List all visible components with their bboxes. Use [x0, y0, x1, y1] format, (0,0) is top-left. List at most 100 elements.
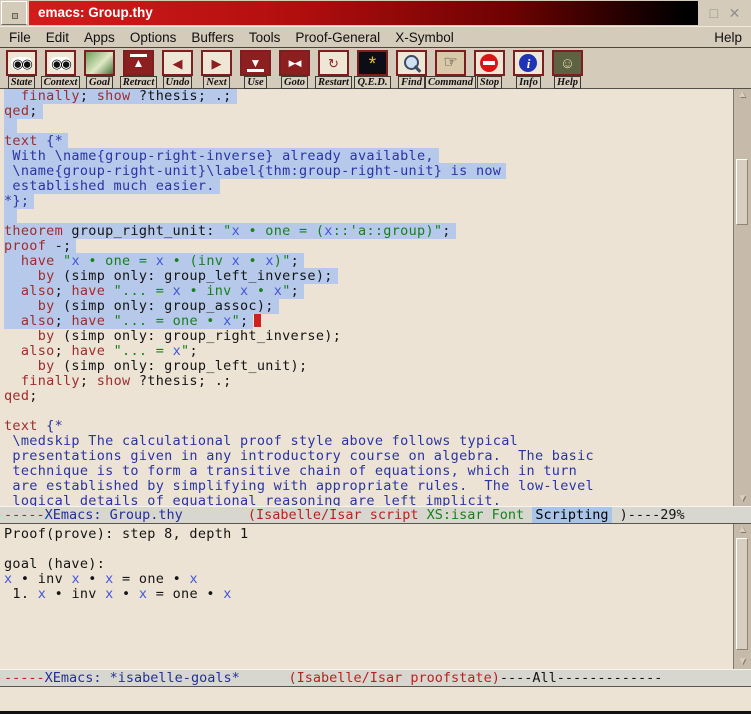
restart-label: Restart: [315, 76, 352, 89]
scrollbar-up-icon[interactable]: ▲: [734, 89, 751, 102]
context-icon-glyph: ◉◉: [50, 57, 71, 70]
menu-item-options[interactable]: Options: [130, 30, 177, 45]
main-buffer[interactable]: finally; show ?thesis; .;qed; text {* Wi…: [0, 89, 733, 506]
menu-item-proof-general[interactable]: Proof-General: [295, 30, 380, 45]
restart-icon-glyph: ↻: [328, 57, 339, 70]
window-menu-button[interactable]: [1, 1, 27, 25]
menu-item-help[interactable]: Help: [714, 30, 742, 45]
buffer-line: text {*: [4, 134, 733, 149]
text-cursor: [254, 314, 261, 327]
buffer-line: also; have "... = x • inv x • x";: [4, 284, 733, 299]
info-label: Info: [516, 76, 541, 89]
menu-item-tools[interactable]: Tools: [249, 30, 281, 45]
toolbar-button-context[interactable]: ◉◉Context: [42, 50, 79, 89]
scrollbar-up-icon[interactable]: ▲: [734, 524, 751, 537]
goals-buffer[interactable]: Proof(prove): step 8, depth 1goal (have)…: [0, 524, 733, 669]
find-label: Find: [398, 76, 425, 89]
menubar: File Edit Apps Options Buffers Tools Proof-Gen…: [0, 26, 751, 48]
undo-label: Undo: [163, 76, 193, 89]
buffer-line: text {*: [4, 419, 733, 434]
buffer-line: [4, 542, 733, 557]
window-title: emacs: Group.thy: [29, 1, 698, 25]
next-label: Next: [203, 76, 229, 89]
main-scrollbar-thumb[interactable]: [736, 159, 748, 225]
buffer-line: [4, 209, 733, 224]
toolbar-button-undo[interactable]: ◀ Undo: [159, 50, 196, 89]
scrollbar-down-icon[interactable]: ▼: [734, 493, 751, 506]
main-scrollbar[interactable]: ▲ ▼: [733, 89, 751, 506]
goto-icon-glyph: ▶◀: [289, 59, 301, 68]
buffer-line: *};: [4, 194, 733, 209]
menu-item-buffers[interactable]: Buffers: [191, 30, 234, 45]
undo-icon: ◀: [162, 50, 193, 76]
command-label: Command: [425, 76, 476, 89]
buffer-line: qed;: [4, 104, 733, 119]
goals-scrollbar-thumb[interactable]: [736, 538, 748, 650]
info-icon-glyph: i: [527, 57, 531, 70]
buffer-line: by (simp only: group_assoc);: [4, 299, 733, 314]
buffer-line: [4, 119, 733, 134]
modeline-goals-buffer: -----XEmacs: *isabelle-goals* (Isabelle/…: [0, 669, 751, 687]
goal-icon: [84, 50, 115, 76]
toolbar-button-restart[interactable]: ↻ Restart: [315, 50, 352, 89]
help-icon: ☺: [552, 50, 583, 76]
toolbar-button-stop[interactable]: Stop: [471, 50, 508, 89]
buffer-line: \name{group-right-unit}\label{thm:group-…: [4, 164, 733, 179]
buffer-line: also; have "... = x";: [4, 344, 733, 359]
menubar-items: File Edit Apps Options Buffers Tools Proof-Gen…: [9, 30, 454, 45]
toolbar-button-goal[interactable]: Goal: [81, 50, 118, 89]
use-label: Use: [244, 76, 266, 89]
scrollbar-down-icon[interactable]: ▼: [734, 656, 751, 669]
toolbar-button-help[interactable]: ☺Help: [549, 50, 586, 89]
buffer-line: logical details of equational reasoning …: [4, 494, 733, 506]
buffer-line: have "x • one = x • (inv x • x)";: [4, 254, 733, 269]
buffer-line: qed;: [4, 389, 733, 404]
goals-scrollbar[interactable]: ▲ ▼: [733, 524, 751, 669]
command-icon: ☞: [435, 50, 466, 76]
goal-label: Goal: [86, 76, 113, 89]
use-icon: ▼: [240, 50, 271, 76]
buffer-line: x • inv x • x = one • x: [4, 572, 733, 587]
restart-icon: ↻: [318, 50, 349, 76]
buffer-line: [4, 404, 733, 419]
state-icon: ◉◉: [6, 50, 37, 76]
state-icon-glyph: ◉◉: [11, 57, 32, 70]
command-icon-glyph: ☞: [443, 55, 457, 71]
buffer-line: finally; show ?thesis; .;: [4, 374, 733, 389]
modeline-main-buffer: -----XEmacs: Group.thy (Isabelle/Isar sc…: [0, 506, 751, 524]
maximize-icon[interactable]: □: [710, 5, 718, 21]
menu-item-file[interactable]: File: [9, 30, 31, 45]
stop-label: Stop: [477, 76, 502, 89]
goto-icon: ▶◀: [279, 50, 310, 76]
toolbar-button-next[interactable]: ▶ Next: [198, 50, 235, 89]
toolbar-button-goto[interactable]: ▶◀Goto: [276, 50, 313, 89]
buffer-line: established much easier.: [4, 179, 733, 194]
toolbar-button-state[interactable]: ◉◉State: [3, 50, 40, 89]
retract-label: Retract: [120, 76, 158, 89]
help-icon-glyph: ☺: [560, 56, 575, 71]
toolbar-button-use[interactable]: ▼ Use: [237, 50, 274, 89]
use-icon-glyph: ▼: [250, 57, 262, 69]
menu-item-apps[interactable]: Apps: [84, 30, 115, 45]
buffer-line: finally; show ?thesis; .;: [4, 89, 733, 104]
menu-item-edit[interactable]: Edit: [46, 30, 69, 45]
toolbar-button-qed[interactable]: * Q.E.D.: [354, 50, 391, 89]
titlebar: emacs: Group.thy □ ✕: [0, 0, 751, 26]
buffer-line: proof -;: [4, 239, 733, 254]
find-icon: [396, 50, 427, 76]
echo-area[interactable]: [0, 687, 751, 714]
undo-icon-glyph: ◀: [173, 57, 183, 70]
buffer-line: are established by simplifying with appr…: [4, 479, 733, 494]
toolbar-button-info[interactable]: i Info: [510, 50, 547, 89]
context-icon: ◉◉: [45, 50, 76, 76]
close-icon[interactable]: ✕: [729, 5, 741, 22]
menu-item-x-symbol[interactable]: X-Symbol: [395, 30, 454, 45]
toolbar-button-command[interactable]: ☞Command: [432, 50, 469, 89]
buffer-line: presentations given in any introductory …: [4, 449, 733, 464]
qed-label: Q.E.D.: [354, 76, 390, 89]
retract-icon-glyph: ▲: [133, 57, 145, 69]
toolbar-button-retract[interactable]: ▲ Retract: [120, 50, 157, 89]
buffer-line: technique is to form a transitive chain …: [4, 464, 733, 479]
qed-icon-glyph: *: [369, 55, 376, 74]
next-icon-glyph: ▶: [212, 57, 222, 70]
